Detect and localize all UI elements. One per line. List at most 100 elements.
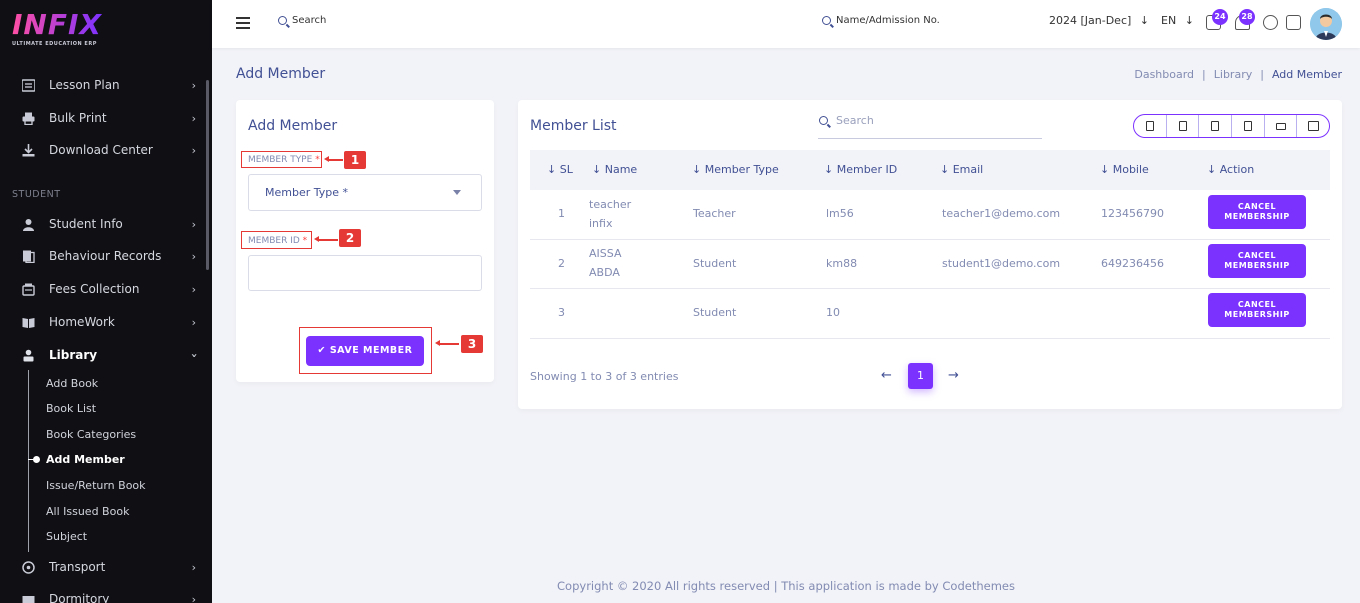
pdf-button[interactable] (1232, 115, 1265, 137)
printer-icon (1275, 122, 1286, 130)
table-row: 1 teacher infix Teacher lm56 teacher1@dem… (530, 190, 1330, 240)
cell-name: AISSA ABDA (589, 244, 621, 282)
annotation-number-2: 2 (339, 229, 361, 247)
cancel-membership-button[interactable]: CANCEL MEMBERSHIP (1208, 244, 1306, 278)
column-visibility-button[interactable] (1297, 115, 1329, 137)
language-label: EN (1161, 14, 1177, 27)
breadcrumb-current: Add Member (1271, 68, 1342, 81)
column-header-action[interactable]: ↓ Action (1207, 163, 1254, 176)
list-icon (21, 78, 36, 92)
csv-icon (1211, 121, 1220, 131)
cell-member-type: Student (693, 306, 737, 319)
column-label: Email (952, 163, 984, 176)
cell-name-line: ABDA (589, 266, 620, 279)
chevron-right-icon: › (191, 283, 196, 296)
sidebar-item-behaviour-records[interactable]: Behaviour Records › (0, 244, 212, 268)
submenu-item-book-list[interactable]: Book List (46, 402, 96, 415)
print-button[interactable] (1265, 115, 1298, 137)
save-button-label: SAVE MEMBER (329, 345, 413, 356)
page-title: Add Member (236, 66, 326, 82)
cancel-membership-button[interactable]: CANCEL MEMBERSHIP (1208, 293, 1306, 327)
menu-toggle-icon[interactable] (236, 17, 250, 29)
table-header: ↓ SL ↓ Name ↓ Member Type ↓ Member ID ↓ … (530, 150, 1330, 190)
column-header-email[interactable]: ↓ Email (940, 163, 983, 176)
column-label: Mobile (1112, 163, 1149, 176)
search-icon (819, 116, 828, 125)
section-label-student: STUDENT (12, 189, 61, 200)
column-header-name[interactable]: ↓ Name (592, 163, 637, 176)
form-title: Add Member (248, 118, 338, 134)
chevron-right-icon: › (191, 250, 196, 263)
sidebar-item-lesson-plan[interactable]: Lesson Plan › (0, 73, 212, 97)
records-icon (22, 250, 35, 263)
analytics-icon[interactable] (1286, 15, 1301, 30)
submenu-item-issue-return-book[interactable]: Issue/Return Book (46, 479, 146, 492)
globe-icon[interactable] (1263, 15, 1278, 30)
column-header-sl[interactable]: ↓ SL (547, 163, 573, 176)
submenu-item-book-categories[interactable]: Book Categories (46, 428, 136, 441)
student-search[interactable]: Name/Admission No. (822, 15, 940, 26)
save-member-button[interactable]: ✔ SAVE MEMBER (306, 336, 424, 366)
pagination-prev-arrow-icon[interactable]: ← (881, 368, 892, 383)
submenu-item-all-issued-book[interactable]: All Issued Book (46, 505, 129, 518)
copy-button[interactable] (1134, 115, 1167, 137)
column-label: SL (559, 163, 573, 176)
pagination-next-arrow-icon[interactable]: → (948, 368, 959, 383)
list-search-placeholder: Search (836, 114, 874, 127)
chevron-right-icon: › (191, 593, 196, 603)
submenu-item-add-book[interactable]: Add Book (46, 377, 98, 390)
arrow-down-icon: ↓ (1184, 14, 1194, 27)
avatar[interactable] (1310, 8, 1342, 40)
session-label: 2024 [Jan-Dec] (1049, 14, 1132, 27)
sidebar-item-label: Fees Collection (49, 282, 140, 296)
user-icon (22, 218, 35, 231)
breadcrumb-library[interactable]: Library (1214, 68, 1252, 81)
breadcrumb-dashboard[interactable]: Dashboard (1134, 68, 1194, 81)
chevron-right-icon: › (191, 79, 196, 92)
caret-down-icon (453, 190, 461, 195)
excel-button[interactable] (1167, 115, 1200, 137)
chevron-right-icon: › (191, 144, 196, 157)
sidebar-item-label: Lesson Plan (49, 78, 120, 92)
member-type-select[interactable]: Member Type * (248, 174, 482, 211)
sidebar-item-dormitory[interactable]: Dormitory › (0, 587, 212, 603)
sidebar-item-homework[interactable]: HomeWork › (0, 310, 212, 334)
submenu-item-subject[interactable]: Subject (46, 530, 87, 543)
column-header-member-id[interactable]: ↓ Member ID (824, 163, 897, 176)
cell-member-id: lm56 (826, 207, 854, 220)
cell-sl: 2 (558, 257, 565, 270)
topbar: Search Name/Admission No. 2024 [Jan-Dec]… (212, 0, 1360, 48)
member-id-field[interactable] (248, 255, 482, 291)
chevron-right-icon: › (191, 218, 196, 231)
cancel-membership-button[interactable]: CANCEL MEMBERSHIP (1208, 195, 1306, 229)
top-search[interactable]: Search (278, 15, 326, 26)
messages-badge: 24 (1212, 9, 1228, 25)
cell-name-line: teacher (589, 198, 632, 211)
pagination-page-1[interactable]: 1 (908, 363, 933, 389)
sidebar-item-download-center[interactable]: Download Center › (0, 138, 212, 162)
export-buttons (1133, 114, 1330, 138)
sidebar-item-student-info[interactable]: Student Info › (0, 212, 212, 236)
sidebar-item-fees-collection[interactable]: Fees Collection › (0, 277, 212, 301)
csv-button[interactable] (1199, 115, 1233, 137)
member-type-placeholder: Member Type * (265, 186, 349, 199)
submenu-item-add-member[interactable]: Add Member (46, 453, 125, 466)
column-header-member-type[interactable]: ↓ Member Type (692, 163, 779, 176)
showing-entries: Showing 1 to 3 of 3 entries (530, 370, 679, 383)
sidebar-item-bulk-print[interactable]: Bulk Print › (0, 106, 212, 130)
column-label: Member Type (704, 163, 779, 176)
sidebar: INFIX ULTIMATE EDUCATION ERP Lesson Plan… (0, 0, 212, 603)
language-selector[interactable]: EN ↓ (1161, 14, 1194, 27)
arrow-down-icon: ↓ (1139, 14, 1150, 27)
notifications-badge: 28 (1239, 9, 1255, 25)
logo[interactable]: INFIX ULTIMATE EDUCATION ERP (12, 10, 102, 48)
sidebar-item-label: Dormitory (49, 592, 110, 603)
cell-name: teacher infix (589, 195, 631, 233)
column-header-mobile[interactable]: ↓ Mobile (1100, 163, 1149, 176)
cell-member-type: Teacher (693, 207, 736, 220)
session-selector[interactable]: 2024 [Jan-Dec] ↓ (1049, 14, 1149, 27)
sidebar-item-library[interactable]: Library › (0, 343, 212, 367)
list-search-input[interactable]: Search (818, 112, 1042, 139)
search-icon (278, 16, 287, 25)
sidebar-item-transport[interactable]: Transport › (0, 555, 212, 579)
